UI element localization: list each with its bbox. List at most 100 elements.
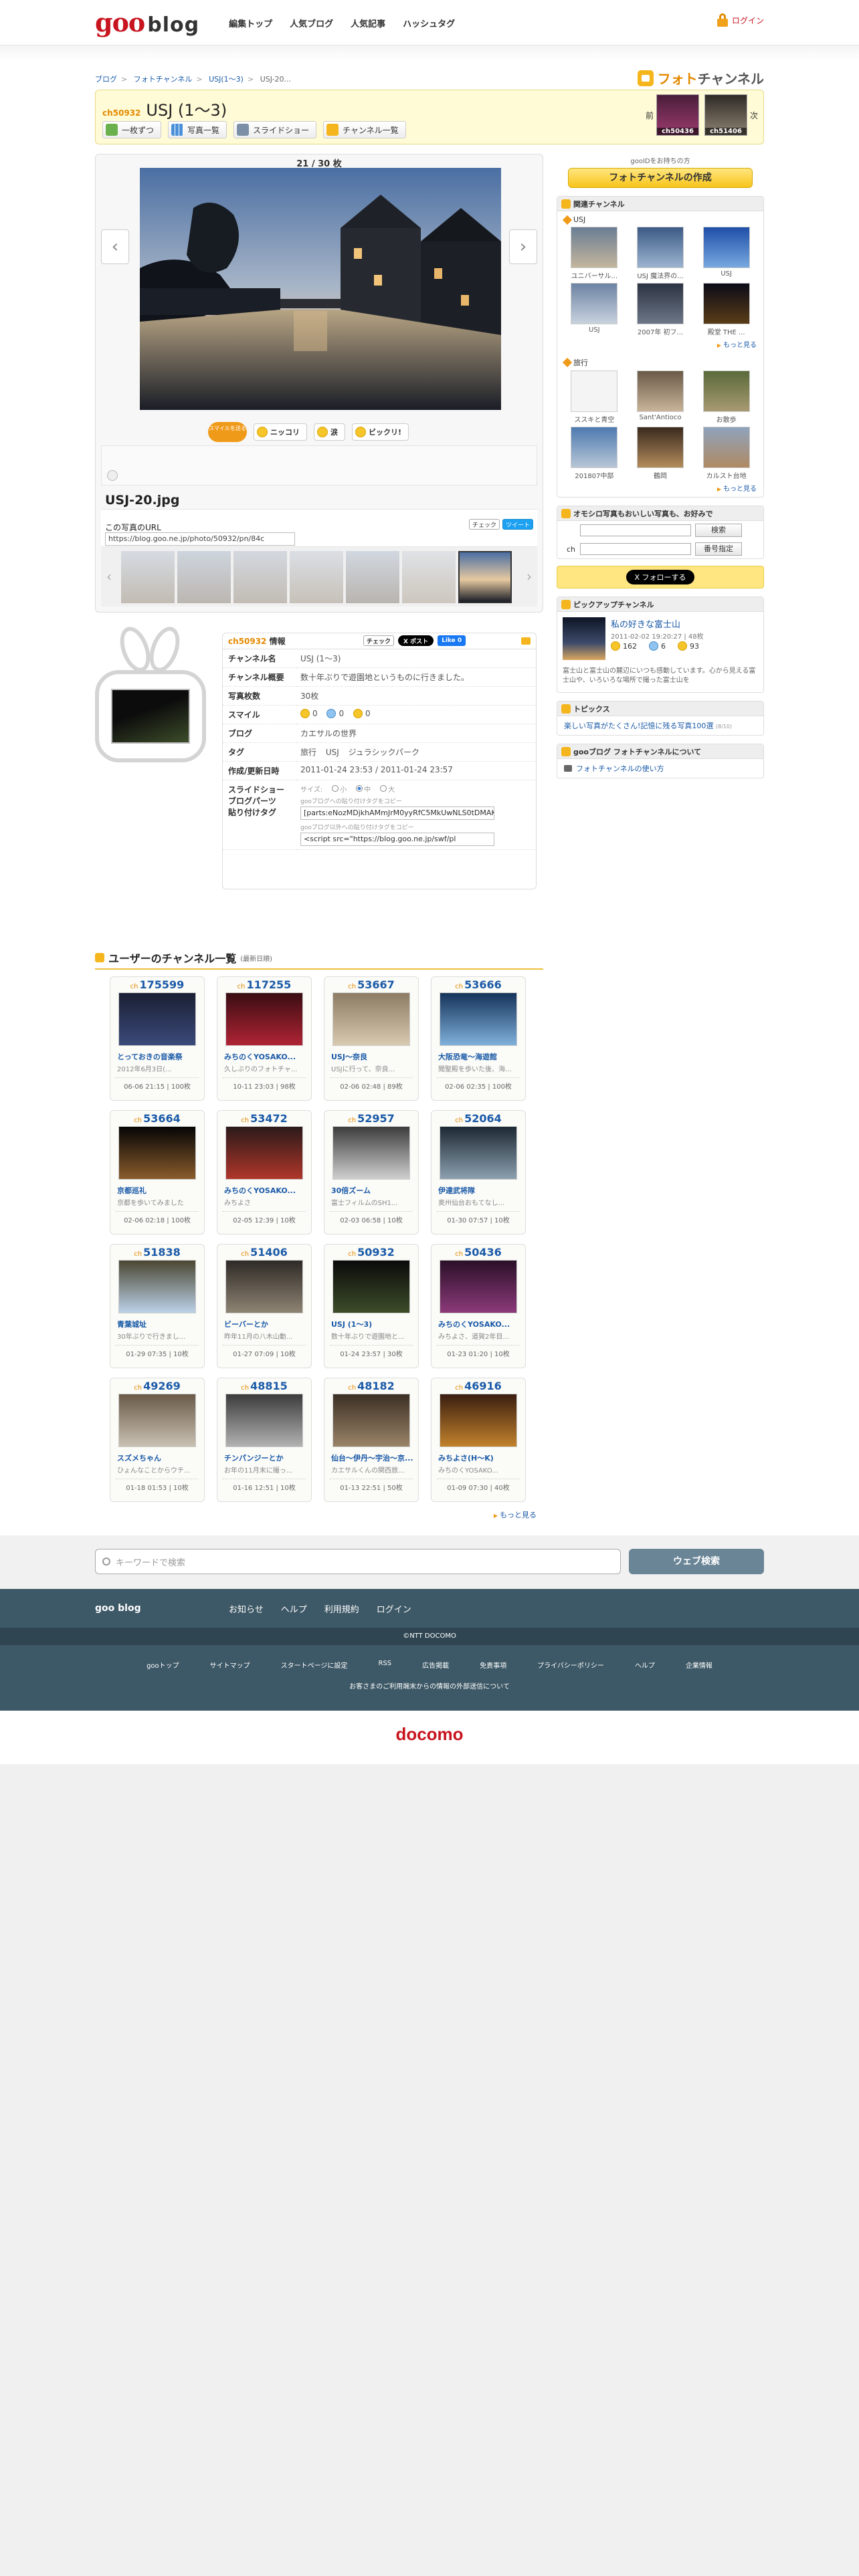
channel-list-button[interactable]: チャンネル一覧 (323, 121, 406, 138)
user-channel-card[interactable]: ch 51838 青葉城址 30年ぶりで行きまし... 01-29 07:35 | 10… (110, 1244, 205, 1368)
user-channel-card[interactable]: ch 53666 大阪恐竜〜海遊館 聞聖殿を歩いた後、海... 02-06 02:35 … (431, 976, 526, 1101)
user-channel-card[interactable]: ch 48815 チンパンジーとか お年の11月末に撮っ... 01-16 12:51 … (217, 1378, 312, 1502)
related-item[interactable]: ユニバーサル... (568, 227, 621, 280)
about-link[interactable]: フォトチャンネルの使い方 (557, 759, 763, 778)
channel-number-input[interactable] (580, 543, 691, 555)
user-channel-card[interactable]: ch 50932 USJ (1〜3) 数十年ぶりで遊園地と... 01-24 23:57… (324, 1244, 419, 1368)
footer-link[interactable]: 企業情報 (686, 1660, 712, 1670)
strip-thumb[interactable] (177, 551, 231, 603)
strip-left-arrow-icon[interactable]: ‹ (104, 568, 114, 584)
user-channel-card[interactable]: ch 52957 30倍ズーム 富士フィルムのSH1... 02-03 06:58 | … (324, 1110, 419, 1235)
goo-code-field[interactable]: [parts:eNozMDjkhAMmJrM0yyRfC5MkUwNLS0tDM… (300, 807, 494, 820)
user-channel-card[interactable]: ch 48182 仙台〜伊丹〜宇治〜京... カエサルくんの関西旅... 01-13 2… (324, 1378, 419, 1502)
next-photo-button[interactable]: › (509, 229, 537, 264)
goo-blog-logo[interactable]: goo blog (95, 10, 199, 35)
strip-right-arrow-icon[interactable]: › (524, 568, 535, 584)
footer-nav-login[interactable]: ログイン (377, 1602, 411, 1615)
footer-link[interactable]: ヘルプ (635, 1660, 655, 1670)
crumb-channel[interactable]: USJ(1〜3) (209, 75, 244, 84)
tag-link[interactable]: 旅行 (300, 748, 316, 757)
photochannel-logo[interactable]: フォトチャンネル (637, 68, 764, 88)
nav-popular-blogs[interactable]: 人気ブログ (290, 17, 333, 29)
strip-thumb[interactable] (121, 551, 175, 603)
docomo-logo[interactable]: docomo (0, 1711, 859, 1764)
crumb-blog[interactable]: ブログ (95, 75, 117, 84)
prev-channel[interactable]: 前 ch50436 (646, 94, 699, 136)
slideshow-button[interactable]: スライドショー (233, 121, 317, 138)
nav-hashtag[interactable]: ハッシュタグ (403, 17, 455, 29)
related-item[interactable]: 鶴岡 (634, 427, 687, 480)
web-search-input[interactable]: キーワードで検索 (95, 1549, 621, 1574)
related-item[interactable]: ススキと青空 (568, 370, 621, 424)
check-button[interactable]: チェック (468, 519, 500, 530)
user-channel-card[interactable]: ch 51406 ビーバーとか 昨年11月の八木山動... 01-27 07:09 | … (217, 1244, 312, 1368)
footer-link[interactable]: 広告掲載 (422, 1660, 449, 1670)
x-post-button[interactable]: X ポスト (398, 635, 434, 646)
smile-tears-button[interactable]: 涙 (314, 423, 345, 441)
login-link[interactable]: ログイン (717, 13, 764, 27)
related-item[interactable]: 2007年 初フ... (634, 283, 687, 336)
related-item[interactable]: 殿堂 THE ... (700, 283, 753, 336)
user-channel-card[interactable]: ch 50436 みちのくYOSAKO... みちよさ、道賀2年目... 01-23 0… (431, 1244, 526, 1368)
crumb-photochannel[interactable]: フォトチャンネル (134, 75, 193, 84)
related-item[interactable]: USJ 魔法界の... (634, 227, 687, 280)
usj-more-link[interactable]: もっと見る (557, 338, 763, 353)
create-photochannel-button[interactable]: フォトチャンネルの作成 (568, 168, 753, 188)
one-by-one-button[interactable]: 一枚ずつ (102, 121, 162, 138)
gear-icon[interactable] (107, 470, 118, 481)
tweet-button[interactable]: ツイート (502, 519, 533, 530)
photo-list-button[interactable]: 写真一覧 (168, 121, 227, 138)
size-medium-radio[interactable]: 中 (356, 784, 371, 794)
next-channel[interactable]: ch51406 次 (704, 94, 758, 136)
tv-screen-thumbnail[interactable] (111, 689, 190, 744)
footer-link[interactable]: 免責事項 (480, 1660, 506, 1670)
topic-item[interactable]: 楽しい写真がたくさん!記憶に残る写真100選 (8/10) (557, 716, 763, 735)
strip-thumb[interactable] (233, 551, 287, 603)
strip-thumb[interactable] (402, 551, 456, 603)
footer-nav-terms[interactable]: 利用規約 (324, 1602, 359, 1615)
size-large-radio[interactable]: 大 (380, 784, 395, 794)
channel-keyword-input[interactable] (580, 524, 691, 536)
footer-link[interactable]: スタートページに設定 (281, 1660, 348, 1670)
external-code-field[interactable]: <script src="https://blog.goo.ne.jp/swf/… (300, 833, 494, 846)
user-channel-card[interactable]: ch 117255 みちのくYOSAKO... 久しぶりのフォトチャ... 10-11 … (217, 976, 312, 1101)
footer-nav-help[interactable]: ヘルプ (281, 1602, 307, 1615)
mail-icon[interactable] (521, 637, 531, 645)
related-item[interactable]: Sant'Antioco (634, 370, 687, 424)
user-channel-card[interactable]: ch 49269 スズメちゃん ひょんなことからウチ... 01-18 01:53 | … (110, 1378, 205, 1502)
x-follow-button[interactable]: X フォローする (626, 570, 694, 584)
main-photo[interactable] (140, 168, 501, 410)
user-channel-card[interactable]: ch 53472 みちのくYOSAKO... みちよさ 02-05 12:39 | 10… (217, 1110, 312, 1235)
pickup-item[interactable]: 私の好きな富士山 2011-02-02 19:20:27 | 48枚 162 6… (557, 612, 763, 692)
footer-link[interactable]: gooトップ (147, 1660, 179, 1670)
user-channels-more-link[interactable]: もっと見る (494, 1509, 537, 1520)
external-transmission-link[interactable]: お客さまのご利用端末からの情報の外部送信について (0, 1670, 859, 1691)
prev-photo-button[interactable]: ‹ (101, 229, 129, 264)
related-item[interactable]: USJ (568, 283, 621, 336)
travel-more-link[interactable]: もっと見る (557, 481, 763, 497)
user-channel-card[interactable]: ch 175599 とっておきの音楽祭 2012年6月3日(... 06-06 21:1… (110, 976, 205, 1101)
footer-link[interactable]: サイトマップ (210, 1660, 250, 1670)
strip-thumb-current[interactable] (458, 551, 512, 603)
channel-number-button[interactable]: 番号指定 (695, 542, 742, 556)
tag-link[interactable]: USJ (326, 748, 339, 757)
footer-link[interactable]: プライバシーポリシー (537, 1660, 604, 1670)
facebook-like-button[interactable]: Like 0 (438, 635, 466, 646)
footer-nav-news[interactable]: お知らせ (229, 1602, 264, 1615)
smile-surprise-button[interactable]: ビックリ! (352, 423, 409, 441)
nav-edit-top[interactable]: 編集トップ (229, 17, 272, 29)
size-small-radio[interactable]: 小 (332, 784, 347, 794)
web-search-button[interactable]: ウェブ検索 (629, 1549, 764, 1574)
strip-thumb[interactable] (346, 551, 399, 603)
related-item[interactable]: USJ (700, 227, 753, 280)
user-channel-card[interactable]: ch 46916 みちよさ(H〜K) みちのくYOSAKO... 01-09 07:30… (431, 1378, 526, 1502)
related-item[interactable]: カルスト台地 (700, 427, 753, 480)
footer-link[interactable]: RSS (378, 1660, 391, 1670)
tag-link[interactable]: ジュラシックパーク (349, 748, 419, 757)
channel-search-button[interactable]: 検索 (695, 524, 742, 537)
photo-url-field[interactable]: https://blog.goo.ne.jp/photo/50932/pn/84… (105, 532, 295, 546)
info-check-button[interactable]: チェック (363, 635, 395, 646)
nav-popular-articles[interactable]: 人気記事 (351, 17, 385, 29)
smile-nikkori-button[interactable]: ニッコリ (254, 423, 307, 441)
related-item[interactable]: お散歩 (700, 370, 753, 424)
